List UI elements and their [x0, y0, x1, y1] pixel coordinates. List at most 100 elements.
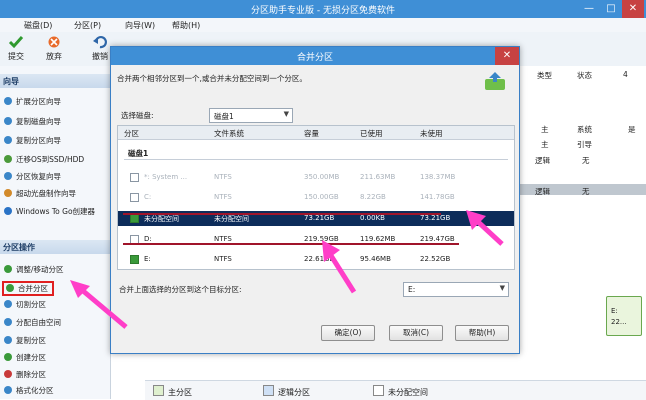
partition-used: 8.22GB — [360, 193, 386, 201]
sidebar-item-split[interactable]: 切割分区 — [4, 299, 46, 311]
create-icon — [4, 353, 12, 361]
disk-select-label: 选择磁盘: — [121, 111, 154, 120]
sidebar-item-label: Windows To Go创建器 — [16, 207, 96, 216]
sidebar-item-migrate-os[interactable]: 迁移OS到SSD/HDD — [4, 154, 84, 166]
sidebar-item-resize[interactable]: 调整/移动分区 — [4, 264, 64, 276]
partition-row[interactable]: *: System ... NTFS 350.00MB 211.63MB 138.37M… — [118, 170, 514, 185]
undo-label: 撤销 — [92, 52, 108, 61]
menu-wizard[interactable]: 向导(W) — [125, 20, 155, 31]
legend-label: 主分区 — [168, 388, 192, 397]
legend-bar: 主分区 逻辑分区 未分配空间 — [145, 380, 646, 400]
sidebar-item-label: 格式化分区 — [16, 386, 54, 395]
ok-button[interactable]: 确定(O) — [321, 325, 375, 341]
partition-row[interactable]: C: NTFS 150.00GB 8.22GB 141.78GB — [118, 190, 514, 205]
merge-icon — [6, 284, 14, 292]
partition-fs: NTFS — [214, 193, 232, 201]
wizard-icon — [4, 97, 12, 105]
window-title: 分区助手专业版 - 无损分区免费软件 — [251, 6, 395, 16]
sidebar-item-create[interactable]: 创建分区 — [4, 352, 46, 364]
annotation-underline — [123, 213, 441, 215]
allocate-icon — [4, 318, 12, 326]
cell-type: 逻辑 — [535, 156, 550, 165]
split-icon — [4, 300, 12, 308]
help-button[interactable]: 帮助(H) — [455, 325, 509, 341]
sidebar-item-delete[interactable]: 删除分区 — [4, 369, 46, 381]
disk-select-value: 磁盘1 — [214, 112, 234, 121]
sidebar-item-windows-to-go[interactable]: Windows To Go创建器 — [4, 206, 95, 218]
sidebar-item-copy-partition[interactable]: 复制分区向导 — [4, 135, 61, 147]
sidebar-item-copy-disk[interactable]: 复制磁盘向导 — [4, 116, 61, 128]
partition-used: 95.46MB — [360, 255, 391, 263]
partition-checkbox[interactable] — [130, 214, 139, 223]
sidebar: 向导 扩展分区向导 复制磁盘向导 复制分区向导 迁移OS到SSD/HDD 分区恢… — [0, 66, 111, 399]
commit-button[interactable]: 提交 — [0, 34, 32, 62]
maximize-button[interactable]: □ — [600, 0, 622, 18]
sidebar-item-label: 超动光盘制作向导 — [16, 189, 76, 198]
legend-unallocated: 未分配空间 — [373, 385, 428, 398]
target-partition-select[interactable]: E: ▼ — [403, 282, 509, 297]
dialog-title: 合并分区 — [296, 53, 333, 63]
partition-used: 119.62MB — [360, 235, 396, 243]
sidebar-item-extend-wizard[interactable]: 扩展分区向导 — [4, 96, 61, 108]
undo-icon — [93, 36, 107, 49]
check-icon — [8, 36, 24, 49]
annotation-arrow-icon — [466, 210, 504, 246]
header-free: 未使用 — [420, 129, 443, 138]
sidebar-item-recovery[interactable]: 分区恢复向导 — [4, 171, 61, 183]
partition-used: 0.00KB — [360, 214, 385, 222]
partition-free: 219.47GB — [420, 235, 455, 243]
wizard-section-title: 向导 — [3, 77, 19, 86]
merge-dialog: 合并分区 ✕ 合并两个相邻分区到一个,或合并未分配空间到一个分区。 选择磁盘: … — [110, 46, 520, 354]
partition-name: D: — [144, 235, 152, 243]
partition-fs: 未分配空间 — [214, 215, 249, 223]
legend-label: 未分配空间 — [388, 388, 428, 397]
migrate-icon — [4, 155, 12, 163]
menu-help[interactable]: 帮助(H) — [172, 20, 200, 31]
format-icon — [4, 386, 12, 394]
sidebar-item-label: 分配自由空间 — [16, 318, 61, 327]
column-4: 4 — [623, 70, 628, 79]
legend-logical: 逻辑分区 — [263, 385, 310, 398]
disk-group-label: 磁盘1 — [128, 149, 149, 158]
disk-map-partition-e[interactable]: E: 22... — [606, 296, 642, 336]
partition-free: 22.52GB — [420, 255, 451, 263]
sidebar-item-copy[interactable]: 复制分区 — [4, 335, 46, 347]
partition-name: E: — [144, 255, 151, 263]
menu-partition[interactable]: 分区(P) — [74, 20, 101, 31]
disk-select[interactable]: 磁盘1 ▼ — [209, 108, 293, 123]
unallocated-swatch — [373, 385, 384, 396]
column-type: 类型 — [537, 71, 552, 80]
cancel-button[interactable]: 取消(C) — [389, 325, 443, 341]
partition-checkbox[interactable] — [130, 193, 139, 202]
minimize-button[interactable]: — — [578, 0, 600, 18]
cd-icon — [4, 189, 12, 197]
close-window-button[interactable]: ✕ — [622, 0, 644, 18]
partition-checkbox[interactable] — [130, 255, 139, 264]
partition-name: 未分配空间 — [144, 215, 179, 223]
cell-type: 主 — [541, 140, 549, 149]
operations-section-header[interactable]: 分区操作 — [0, 240, 110, 254]
sidebar-item-bootable-cd[interactable]: 超动光盘制作向导 — [4, 188, 76, 200]
partition-cap: 350.00MB — [304, 173, 340, 181]
annotation-arrow-icon — [322, 240, 357, 294]
partition-checkbox[interactable] — [130, 173, 139, 182]
discard-button[interactable]: 放弃 — [38, 34, 70, 62]
sidebar-item-format[interactable]: 格式化分区 — [4, 385, 54, 397]
disk-map-size: 22... — [611, 318, 627, 326]
partition-fs: NTFS — [214, 255, 232, 263]
menu-disk[interactable]: 磁盘(D) — [24, 20, 52, 31]
cell-status: 系统 — [577, 125, 592, 134]
merge-target-label: 合并上面选择的分区到这个目标分区: — [119, 285, 242, 294]
sidebar-item-label: 复制磁盘向导 — [16, 117, 61, 126]
sidebar-item-merge[interactable]: 合并分区 — [2, 281, 54, 296]
target-partition-value: E: — [408, 285, 416, 294]
sidebar-item-allocate[interactable]: 分配自由空间 — [4, 317, 61, 329]
dialog-description: 合并两个相邻分区到一个,或合并未分配空间到一个分区。 — [117, 74, 307, 83]
partition-cap: 150.00GB — [304, 193, 339, 201]
windows-icon — [4, 207, 12, 215]
sidebar-item-label: 复制分区向导 — [16, 136, 61, 145]
wizard-section-header[interactable]: 向导 — [0, 74, 110, 88]
dialog-close-button[interactable]: ✕ — [495, 47, 519, 65]
recovery-icon — [4, 172, 12, 180]
sidebar-item-label: 合并分区 — [18, 284, 48, 293]
